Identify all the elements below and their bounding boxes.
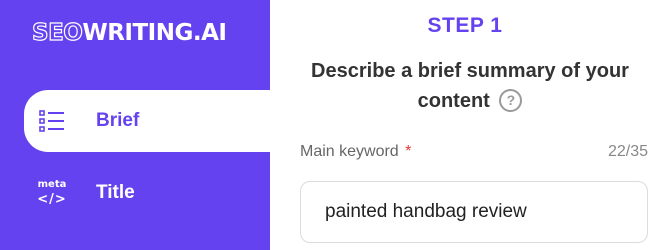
main-keyword-input[interactable] bbox=[300, 181, 648, 243]
meta-code-icon: meta </> bbox=[32, 173, 72, 213]
brand-logo[interactable]: SEOWRITING.AI bbox=[31, 18, 227, 48]
page-title: Describe a brief summary of your content… bbox=[290, 56, 650, 116]
required-mark: * bbox=[405, 143, 412, 160]
main-keyword-label-text: Main keyword bbox=[300, 143, 399, 160]
meta-icon-bottom-text: </> bbox=[37, 192, 67, 207]
logo-outline-text: SEO bbox=[31, 19, 83, 46]
sidebar-item-label: Title bbox=[96, 182, 135, 203]
help-icon[interactable]: ? bbox=[499, 88, 523, 112]
logo-solid-text: WRITING.AI bbox=[82, 20, 227, 46]
sidebar-item-label: Brief bbox=[96, 110, 140, 131]
sidebar-header: SEOWRITING.AI bbox=[0, 0, 270, 90]
meta-icon-top-text: meta bbox=[37, 179, 67, 190]
headline-text: Describe a brief summary of your content bbox=[311, 60, 629, 112]
main-panel: STEP 1 Describe a brief summary of your … bbox=[270, 0, 660, 250]
app-window: SEOWRITING.AI Brief meta </> Title STEP … bbox=[0, 0, 660, 250]
list-icon bbox=[32, 101, 72, 141]
sidebar: SEOWRITING.AI Brief meta </> Title bbox=[0, 0, 270, 250]
sidebar-item-title[interactable]: meta </> Title bbox=[24, 162, 270, 224]
main-keyword-label: Main keyword * bbox=[300, 143, 411, 161]
char-counter: 22/35 bbox=[607, 143, 648, 160]
sidebar-item-brief[interactable]: Brief bbox=[24, 90, 270, 152]
step-label: STEP 1 bbox=[427, 14, 503, 37]
